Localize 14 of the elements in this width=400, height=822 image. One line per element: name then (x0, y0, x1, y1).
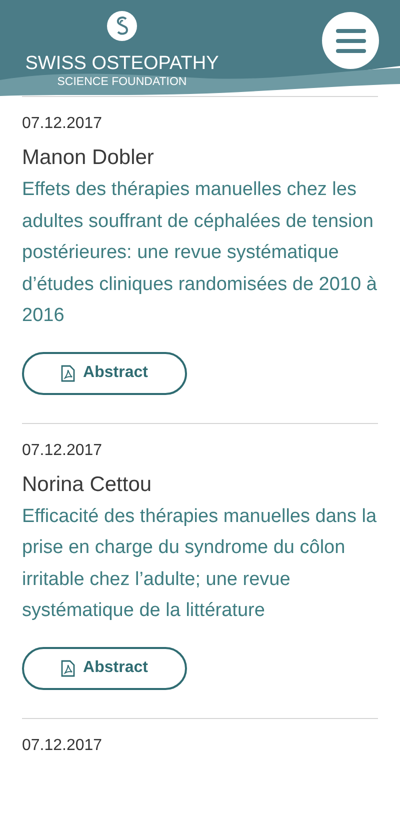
date: 07.12.2017 (22, 736, 104, 756)
logo-icon (106, 10, 138, 42)
article-title-link[interactable]: Efficacité des thérapies manuelles dans la prise en charge du syndrome du côlon irritable chez l’adulte; une revue systématique de la littérature (22, 500, 378, 626)
author-name: Norina Cettou (22, 472, 153, 498)
author-name: Manon Dobler (22, 145, 155, 171)
pdf-icon (61, 364, 76, 382)
pdf-icon (61, 660, 76, 676)
abstract-button[interactable]: Abstract (22, 646, 187, 690)
brand-subtitle: SCIENCE FOUNDATION (57, 75, 187, 89)
brand-name: SWISS OSTEOPATHY (25, 53, 219, 75)
date: 07.12.2017 (22, 440, 104, 460)
article-title-link[interactable]: Effets des thérapies manuelles chez les adultes souffrant de céphalées de tension postérieures: une revue systématique d’études cliniques randomisées de 2010 à 2016 (22, 174, 378, 332)
abstract-button[interactable]: Abstract (22, 352, 187, 394)
date: 07.12.2017 (22, 114, 104, 134)
